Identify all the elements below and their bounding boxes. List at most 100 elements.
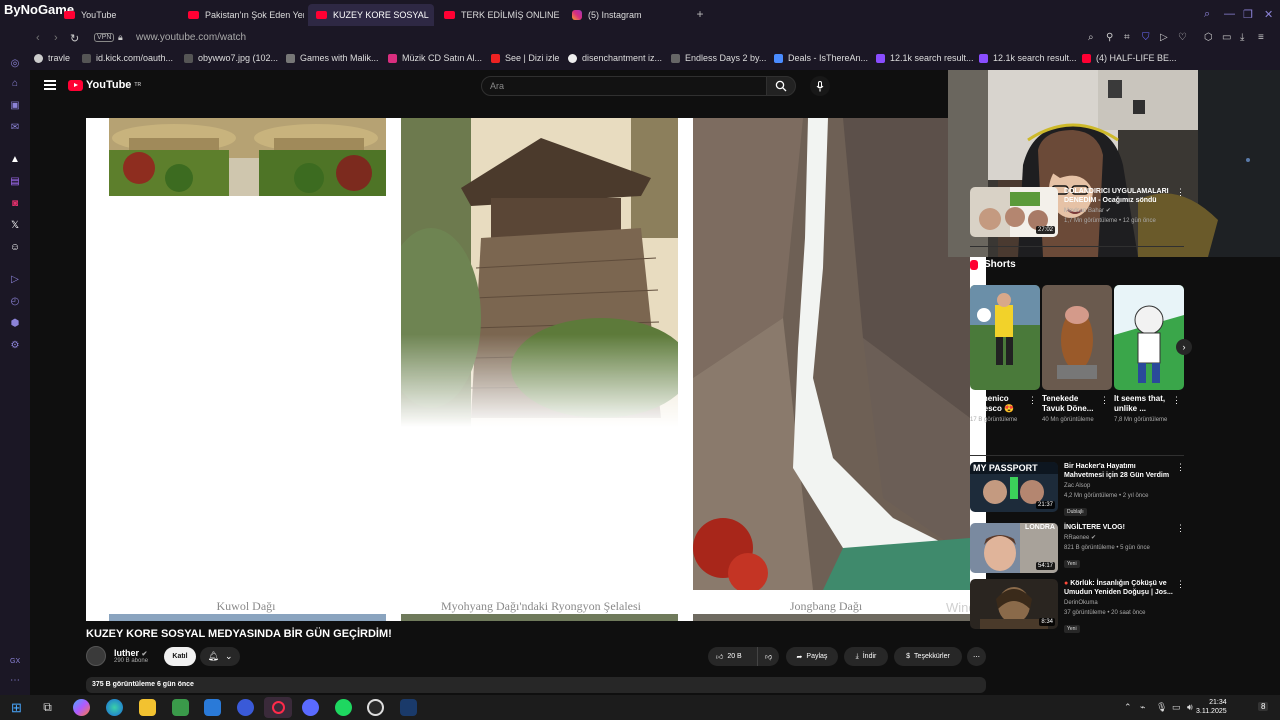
chevron-up-icon[interactable]: ⌃ <box>1124 702 1132 713</box>
short-thumbnail[interactable] <box>1114 285 1184 390</box>
steam-icon[interactable] <box>400 699 417 716</box>
twitch-icon[interactable]: ▤ <box>9 176 21 188</box>
store-icon[interactable] <box>172 699 189 716</box>
channel-name[interactable]: RRaenee ✔ <box>1064 534 1174 542</box>
notification-badge[interactable]: 8 <box>1258 702 1269 711</box>
microphone-icon[interactable]: 🎙︎ <box>1156 702 1167 713</box>
gx-mail-icon[interactable]: ✉ <box>9 122 21 134</box>
video-title[interactable]: DOLANDIRICI UYGULAMALARI DENEDİM - Ocağı… <box>1064 187 1174 205</box>
avatar[interactable] <box>86 646 106 666</box>
spotify-icon[interactable] <box>335 699 352 716</box>
bookmark-travle[interactable]: travle <box>34 53 70 63</box>
x-icon[interactable]: 𝕏 <box>9 220 21 232</box>
opera-gx-icon[interactable] <box>264 697 292 718</box>
outlook-icon[interactable] <box>204 699 221 716</box>
share-button[interactable]: ➦ Paylaş <box>786 647 838 666</box>
video-thumbnail[interactable]: 8:34 <box>970 579 1058 629</box>
cube-icon[interactable]: ⬢ <box>9 318 21 330</box>
bookmark-kick[interactable]: id.kick.com/oauth... <box>82 53 173 63</box>
more-icon[interactable]: ⋯ <box>9 675 21 687</box>
voice-search-button[interactable] <box>810 76 830 96</box>
reload-icon[interactable]: ↻ <box>70 32 79 45</box>
volume-icon[interactable]: 🔊︎ <box>1187 702 1193 713</box>
kebab-menu-icon[interactable]: ⋮ <box>1028 395 1037 406</box>
wallet-icon[interactable]: ▭ <box>1222 32 1231 43</box>
shorts-next-chevron-icon[interactable]: › <box>1176 339 1192 355</box>
short-title[interactable]: Domenico Tedesco 😍 <box>970 394 1028 414</box>
discord-icon[interactable]: ☺ <box>9 242 21 254</box>
maximize-icon[interactable]: ❐ <box>1243 8 1253 21</box>
tab-pakistan[interactable]: Pakistan'ın Şok Eden Yen <box>180 4 304 26</box>
kebab-menu-icon[interactable]: ⋮ <box>1100 395 1109 406</box>
channel-info[interactable]: luther ✔ 290 B abone <box>86 646 148 666</box>
short-title[interactable]: Tenekede Tavuk Döne... <box>1042 394 1100 414</box>
zoom-icon[interactable]: ⌕ <box>1088 32 1094 43</box>
hamburger-menu-icon[interactable] <box>44 80 56 90</box>
bookmark-disenchantment[interactable]: disenchantment iz... <box>568 53 662 63</box>
close-icon[interactable]: ✕ <box>1264 8 1273 21</box>
vpn-badge[interactable]: VPN <box>94 33 115 42</box>
search-input[interactable]: Ara <box>481 76 767 96</box>
gx-control-icon[interactable]: ◎ <box>9 58 21 70</box>
system-clock[interactable]: 21:34 3.11.2025 <box>1196 698 1227 716</box>
dislike-button[interactable]: 👎︎ <box>757 647 779 666</box>
recommended-video[interactable]: MY PASSPORT 21:37 Bir Hacker'a Hayatımı … <box>970 462 1185 518</box>
task-view-icon[interactable]: ⧉ <box>39 699 56 716</box>
channel-name[interactable]: luther ✔ <box>114 648 148 658</box>
minimize-icon[interactable]: — <box>1224 8 1235 20</box>
video-thumbnail[interactable]: 27:02 <box>970 187 1058 237</box>
short-thumbnail[interactable] <box>1042 285 1112 390</box>
gx-play-icon[interactable]: ▷ <box>9 274 21 286</box>
gx-player-icon[interactable]: ▲ <box>9 154 21 166</box>
bookmark-games-malik[interactable]: Games with Malik... <box>286 53 379 63</box>
forward-icon[interactable]: › <box>54 32 58 44</box>
tab-instagram[interactable]: (5) Instagram <box>564 4 688 26</box>
bookmark-deals[interactable]: Deals - IsThereAn... <box>774 53 868 63</box>
thanks-button[interactable]: $ Teşekkürler <box>894 647 962 666</box>
settings-icon[interactable]: ⚙ <box>9 340 21 352</box>
download-icon[interactable]: ⤓ <box>1240 32 1244 43</box>
short-item[interactable]: Tenekede Tavuk Döne... 40 Mn görüntüleme… <box>1042 285 1112 424</box>
menu-icon[interactable]: ≡ <box>1258 32 1264 43</box>
channel-name[interactable]: Zac Alsop <box>1064 482 1174 490</box>
recommended-video[interactable]: 27:02 DOLANDIRICI UYGULAMALARI DENEDİM -… <box>970 187 1185 237</box>
join-button[interactable]: Katıl <box>164 647 196 666</box>
bookmark-muzik-cd[interactable]: Müzik CD Satın Al... <box>388 53 482 63</box>
lock-icon[interactable]: 🔒︎ <box>118 32 123 43</box>
bookmark-see-dizi[interactable]: See | Dizi izle <box>491 53 559 63</box>
back-icon[interactable]: ‹ <box>36 32 40 44</box>
download-button[interactable]: ⤓ İndir <box>844 647 888 666</box>
gx-corner-icon[interactable]: ⌂ <box>9 78 21 90</box>
short-item[interactable]: It seems that, unlike ... 7,8 Mn görüntü… <box>1114 285 1184 424</box>
new-tab-plus-icon[interactable]: + <box>694 8 706 20</box>
bookmark-search-2[interactable]: 12.1k search result... <box>979 53 1077 63</box>
bookmark-obywwo[interactable]: obywwo7.jpg (102... <box>184 53 278 63</box>
video-title[interactable]: İNGİLTERE VLOG! <box>1064 523 1174 532</box>
pin-icon[interactable]: ⚲ <box>1106 32 1113 43</box>
edge-icon[interactable] <box>106 699 123 716</box>
discord-icon[interactable] <box>302 699 319 716</box>
short-title[interactable]: It seems that, unlike ... <box>1114 394 1172 414</box>
app-icon[interactable] <box>237 699 254 716</box>
description-box[interactable]: 375 B görüntüleme 6 gün önce <box>86 677 986 693</box>
video-thumbnail[interactable]: LONDRA 54:17 <box>970 523 1058 573</box>
short-item[interactable]: Domenico Tedesco 😍 17 B görüntüleme ⋮ <box>970 285 1040 424</box>
recommended-video[interactable]: 8:34 ● Körlük: İnsanlığın Çöküşü ve Umud… <box>970 579 1185 635</box>
notification-bell-button[interactable]: 🔔︎ ⌄ <box>200 647 240 666</box>
search-tabs-icon[interactable]: ⌕ <box>1204 8 1210 21</box>
obs-icon[interactable] <box>367 699 384 716</box>
video-title[interactable]: Bir Hacker'a Hayatımı Mahvetmesi için 28… <box>1064 462 1174 480</box>
short-thumbnail[interactable] <box>970 285 1040 390</box>
play-icon[interactable]: ▷ <box>1160 32 1168 43</box>
youtube-logo[interactable]: YouTube TR <box>68 79 141 91</box>
url-field[interactable]: www.youtube.com/watch <box>136 32 246 43</box>
video-thumbnail[interactable]: MY PASSPORT 21:37 <box>970 462 1058 512</box>
video-title[interactable]: ● Körlük: İnsanlığın Çöküşü ve Umudun Ye… <box>1064 579 1174 597</box>
more-actions-button[interactable]: ⋯ <box>967 647 986 666</box>
snapshot-icon[interactable]: ⌗ <box>1124 32 1130 43</box>
heart-icon[interactable]: ♡ <box>1178 32 1187 43</box>
search-button[interactable] <box>766 76 796 96</box>
history-icon[interactable]: ◴ <box>9 296 21 308</box>
copilot-icon[interactable] <box>73 699 90 716</box>
instagram-icon[interactable]: ◙ <box>9 198 21 210</box>
